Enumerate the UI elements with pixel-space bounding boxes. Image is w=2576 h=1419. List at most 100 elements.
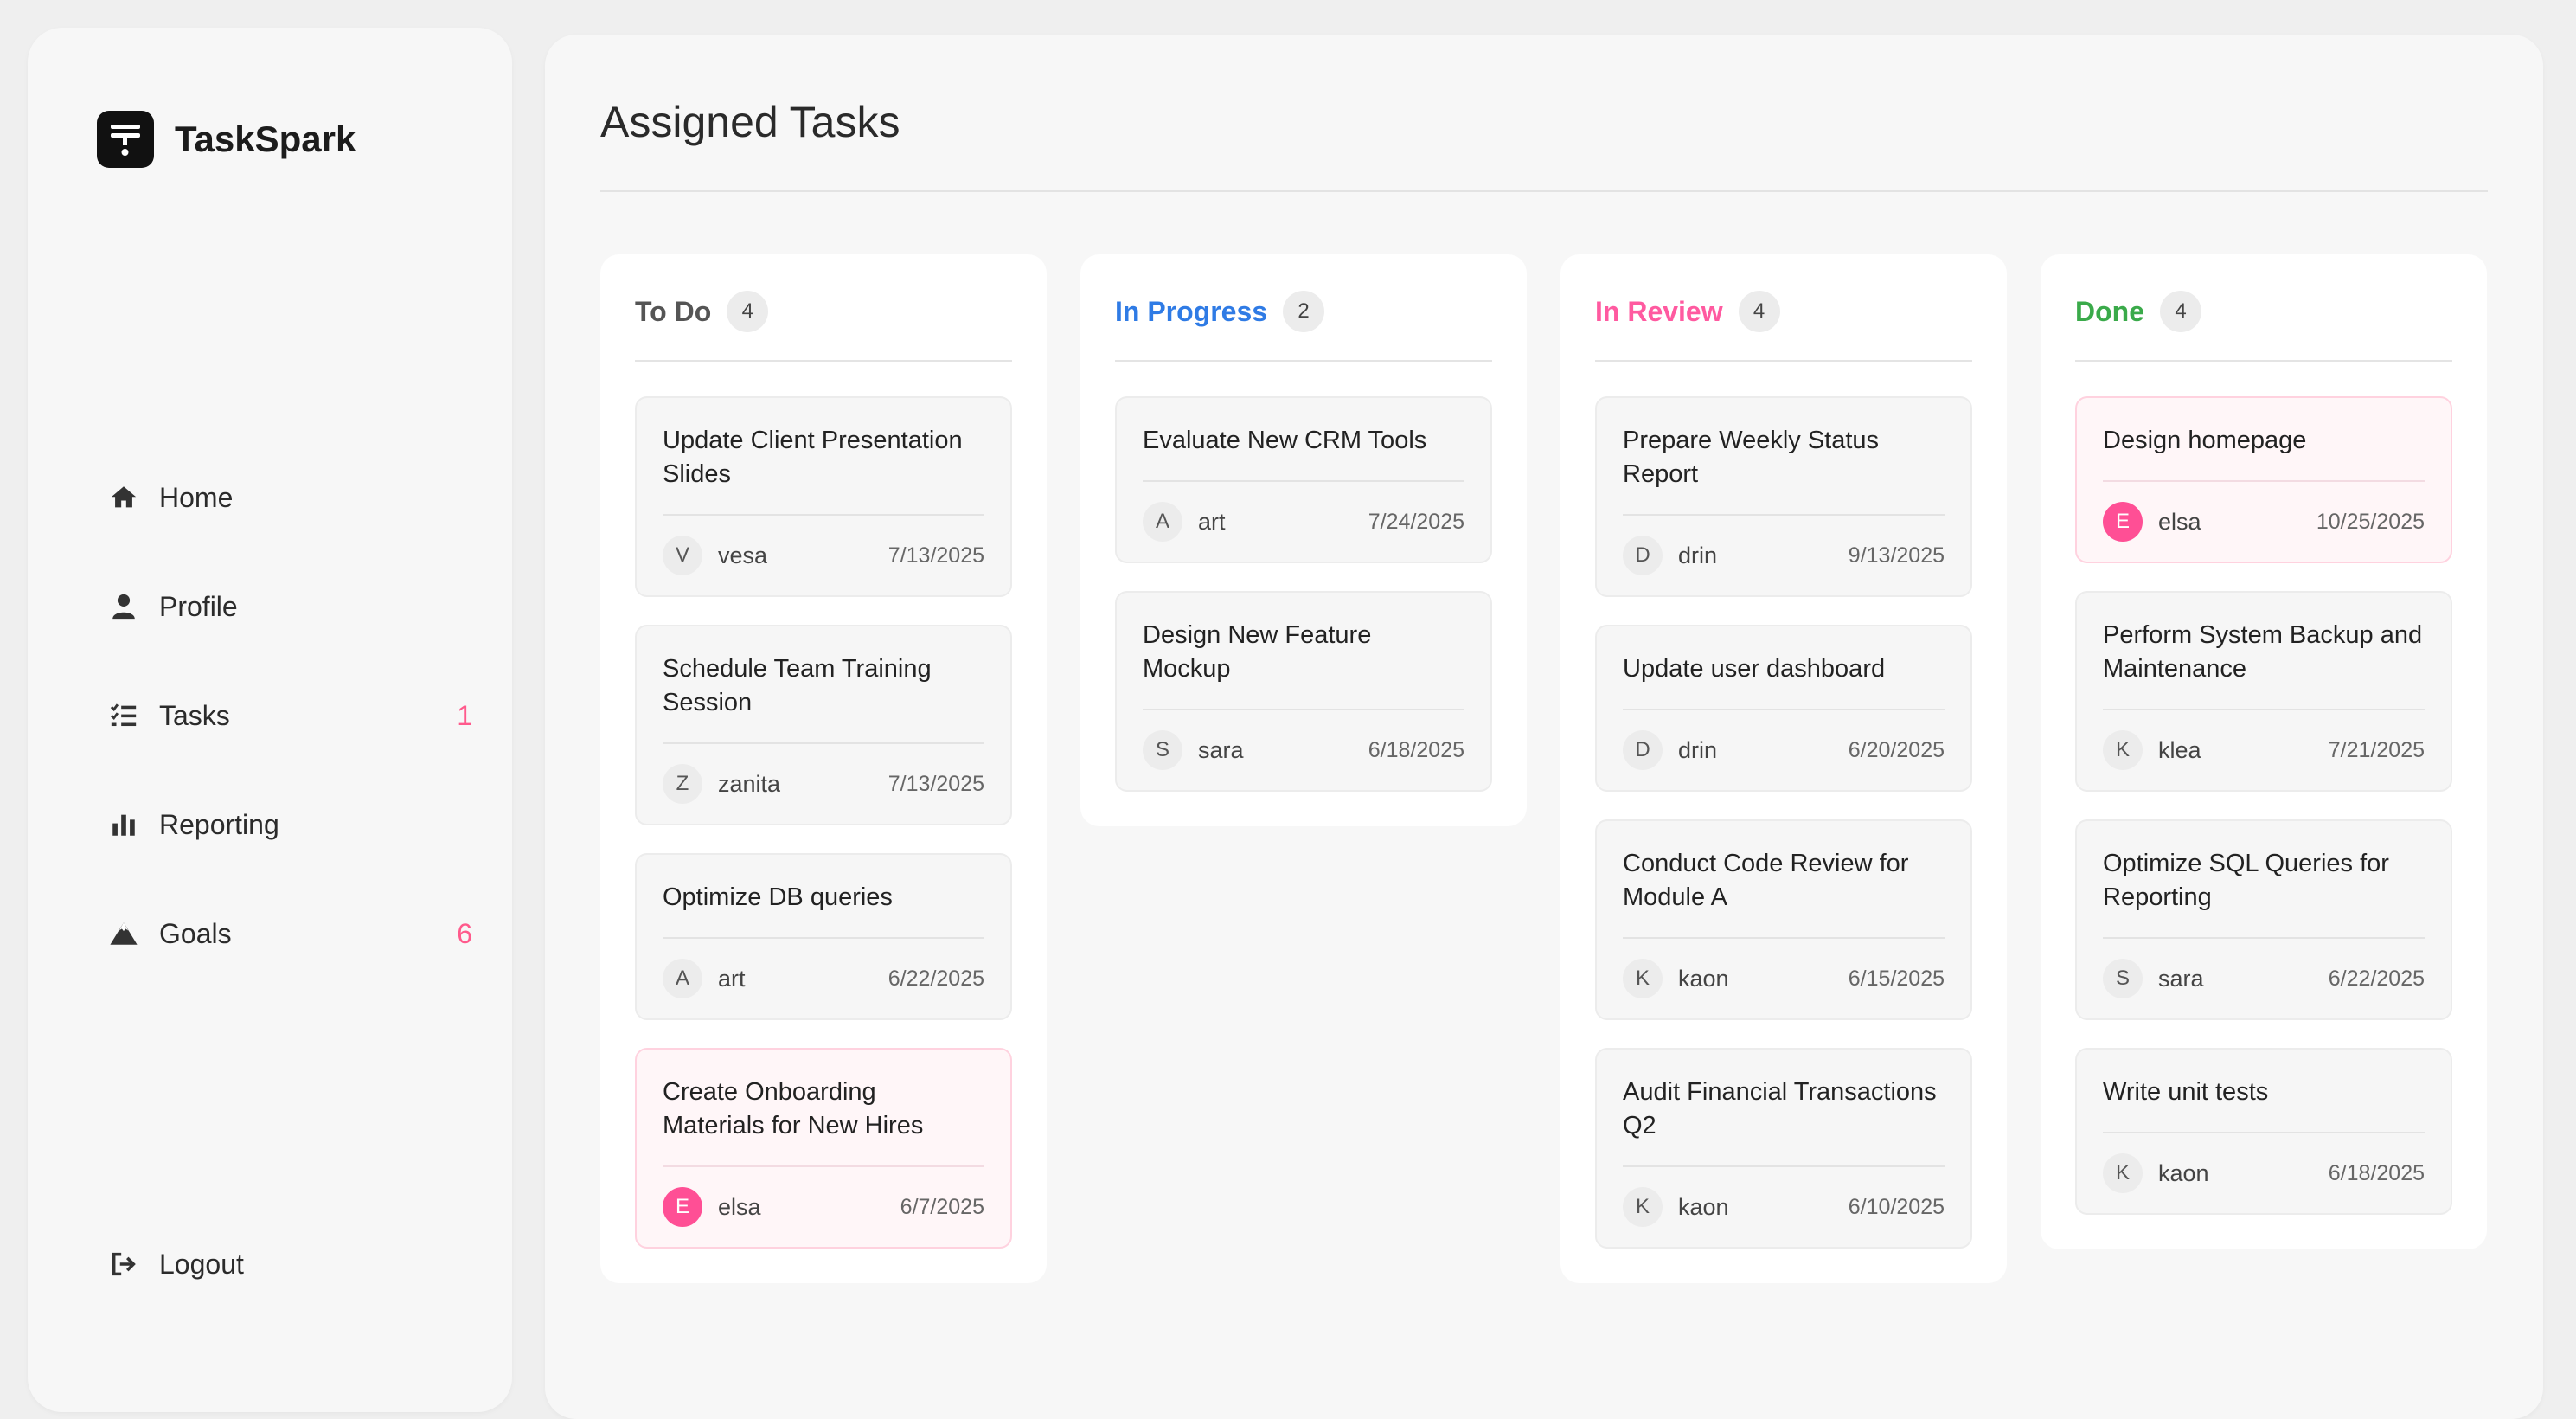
avatar: K <box>1623 1187 1663 1227</box>
task-meta: Ddrin 9/13/2025 <box>1623 535 1945 576</box>
avatar: E <box>663 1187 702 1227</box>
assignee-name: drin <box>1678 736 1718 763</box>
brand-name: TaskSpark <box>175 119 356 159</box>
task-title: Schedule Team Training Session <box>663 655 932 716</box>
task-meta: Kklea 7/21/2025 <box>2103 729 2425 771</box>
assignee-name: art <box>718 965 746 992</box>
due-date: 6/15/2025 <box>1848 966 1945 991</box>
task-meta: Aart 7/24/2025 <box>1143 501 1464 543</box>
task-card[interactable]: Create Onboarding Materials for New Hire… <box>635 1048 1012 1249</box>
task-meta: Kkaon 6/18/2025 <box>2103 1153 2425 1194</box>
task-card[interactable]: Update user dashboard Ddrin 6/20/2025 <box>1595 625 1972 792</box>
task-card[interactable]: Optimize DB queries Aart 6/22/2025 <box>635 853 1012 1020</box>
task-title: Optimize SQL Queries for Reporting <box>2103 850 2389 911</box>
task-card[interactable]: Perform System Backup and Maintenance Kkl… <box>2075 591 2452 792</box>
column-todo: To Do 4 Update Client Presentation Slides V… <box>600 254 1047 1283</box>
avatar: S <box>1143 730 1182 770</box>
assignee-name: kaon <box>2158 1159 2209 1186</box>
due-date: 6/22/2025 <box>2328 966 2425 991</box>
sidebar-item-goals[interactable]: Goals 6 <box>109 879 472 988</box>
column-divider <box>2075 360 2452 362</box>
task-meta: Aart 6/22/2025 <box>663 958 984 999</box>
avatar: K <box>2103 1153 2143 1193</box>
task-card[interactable]: Evaluate New CRM Tools Aart 7/24/2025 <box>1115 396 1492 563</box>
assignee-name: elsa <box>2158 508 2201 535</box>
due-date: 7/21/2025 <box>2328 737 2425 762</box>
task-meta: Ssara 6/18/2025 <box>1143 729 1464 771</box>
column-title: To Do <box>635 295 712 327</box>
due-date: 6/18/2025 <box>2328 1160 2425 1185</box>
sidebar-item-label: Home <box>159 481 234 513</box>
sidebar-item-reporting[interactable]: Reporting <box>109 770 472 879</box>
avatar: S <box>2103 959 2143 998</box>
due-date: 6/22/2025 <box>888 966 984 991</box>
due-date: 6/18/2025 <box>1368 737 1464 762</box>
assignee-name: vesa <box>718 542 768 568</box>
sidebar-nav: Home Profile Tasks 1 Reporting Goals 6 <box>109 443 472 988</box>
task-card[interactable]: Conduct Code Review for Module A Kkaon 6/1… <box>1595 819 1972 1020</box>
task-card[interactable]: Prepare Weekly Status Report Ddrin 9/13/20… <box>1595 396 1972 597</box>
checklist-icon <box>109 701 138 730</box>
card-divider <box>663 937 984 939</box>
assignee-name: art <box>1198 508 1226 535</box>
task-card[interactable]: Write unit tests Kkaon 6/18/2025 <box>2075 1048 2452 1215</box>
sidebar-item-label: Tasks <box>159 699 230 731</box>
column-in-review: In Review 4 Prepare Weekly Status Report Dd… <box>1560 254 2007 1283</box>
card-divider <box>2103 1132 2425 1133</box>
task-meta: Kkaon 6/15/2025 <box>1623 958 1945 999</box>
card-divider <box>1623 514 1945 516</box>
task-card[interactable]: Schedule Team Training Session Zzanita 7/1… <box>635 625 1012 825</box>
assignee-name: kaon <box>1678 965 1729 992</box>
assignee-name: kaon <box>1678 1193 1729 1220</box>
assignee-name: elsa <box>718 1193 761 1220</box>
task-card[interactable]: Audit Financial Transactions Q2 Kkaon 6/10… <box>1595 1048 1972 1249</box>
logout-label: Logout <box>159 1248 244 1280</box>
card-divider <box>2103 937 2425 939</box>
column-count-badge: 2 <box>1283 291 1325 332</box>
column-title: In Progress <box>1115 295 1268 327</box>
avatar: K <box>1623 959 1663 998</box>
mountain-icon <box>109 919 138 948</box>
card-divider <box>1143 709 1464 710</box>
task-title: Prepare Weekly Status Report <box>1623 427 1880 488</box>
task-card[interactable]: Update Client Presentation Slides Vvesa 7/… <box>635 396 1012 597</box>
column-header: To Do 4 <box>635 289 1012 334</box>
sidebar-item-home[interactable]: Home <box>109 443 472 552</box>
avatar: V <box>663 536 702 575</box>
logout-button[interactable]: Logout <box>109 1210 472 1319</box>
logout-icon <box>109 1249 138 1279</box>
main-panel: Assigned Tasks To Do 4 Update Client Prese… <box>545 35 2543 1419</box>
column-done: Done 4 Design homepage Eelsa 10/25/2025 Perfo… <box>2041 254 2487 1249</box>
column-title: In Review <box>1595 295 1723 327</box>
task-meta: Kkaon 6/10/2025 <box>1623 1186 1945 1228</box>
task-card[interactable]: Optimize SQL Queries for Reporting Ssara 6… <box>2075 819 2452 1020</box>
due-date: 6/7/2025 <box>900 1194 984 1219</box>
brand[interactable]: TaskSpark <box>97 111 356 168</box>
column-header: Done 4 <box>2075 289 2452 334</box>
task-title: Audit Financial Transactions Q2 <box>1623 1078 1937 1140</box>
task-card[interactable]: Design homepage Eelsa 10/25/2025 <box>2075 396 2452 563</box>
column-divider <box>1595 360 1972 362</box>
task-meta: Vvesa 7/13/2025 <box>663 535 984 576</box>
task-title: Design homepage <box>2103 427 2307 454</box>
task-card[interactable]: Design New Feature Mockup Ssara 6/18/2025 <box>1115 591 1492 792</box>
task-title: Create Onboarding Materials for New Hire… <box>663 1078 924 1140</box>
sidebar-item-label: Profile <box>159 590 238 622</box>
sidebar-item-tasks[interactable]: Tasks 1 <box>109 661 472 770</box>
sidebar-item-profile[interactable]: Profile <box>109 552 472 661</box>
avatar: K <box>2103 730 2143 770</box>
column-count-badge: 4 <box>727 291 769 332</box>
due-date: 10/25/2025 <box>2316 509 2425 534</box>
assignee-name: sara <box>2158 965 2204 992</box>
card-divider <box>2103 480 2425 482</box>
assignee-name: klea <box>2158 736 2201 763</box>
avatar: E <box>2103 502 2143 542</box>
card-divider <box>663 742 984 744</box>
task-meta: Zzanita 7/13/2025 <box>663 763 984 805</box>
avatar: A <box>663 959 702 998</box>
avatar: D <box>1623 536 1663 575</box>
column-header: In Review 4 <box>1595 289 1972 334</box>
card-divider <box>1623 937 1945 939</box>
due-date: 6/10/2025 <box>1848 1194 1945 1219</box>
task-meta: Eelsa 6/7/2025 <box>663 1186 984 1228</box>
